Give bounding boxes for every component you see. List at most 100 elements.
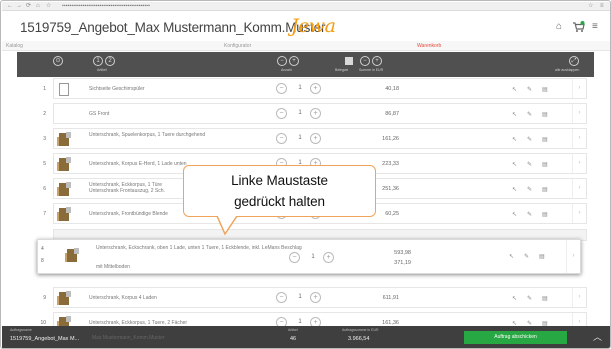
forward-icon[interactable]: → [16,2,22,11]
row-number: 4 [41,246,44,252]
edit-icon[interactable]: ✎ [527,211,532,219]
chevron-up-icon[interactable]: ︿ [593,331,602,343]
step-katalog[interactable]: Katalog [6,42,23,50]
row-expand-icon[interactable]: › [572,154,586,173]
article-circle-1-icon[interactable]: 1 [93,56,103,66]
row-price: 161,26 [382,136,399,142]
menu-icon[interactable]: ≡ [592,21,598,33]
quantity-value[interactable]: 1 [295,108,305,119]
row-number: 7 [43,211,46,217]
plus-icon[interactable]: + [310,133,321,144]
edit-icon[interactable]: ✎ [527,111,532,119]
list-item[interactable]: 2 GS Front − 1 + 86,87 ↖ ✎ ▤ › [43,103,587,124]
edit-icon[interactable]: ✎ [527,186,532,194]
expand-all-icon[interactable]: ⤢ [569,56,579,66]
minus-icon[interactable]: − [276,133,287,144]
doc-type-icon[interactable] [345,57,353,65]
row-number: 5 [43,161,46,167]
plus-icon[interactable]: + [323,252,334,263]
cart-icon[interactable] [572,21,585,37]
list-icon[interactable]: ▤ [542,111,548,119]
quantity-value[interactable]: 1 [295,83,305,94]
address-bar[interactable]: ▪▪▪▪▪▪▪▪▪▪▪▪▪▪▪▪▪▪▪▪▪▪▪▪▪▪▪▪▪▪▪▪▪▪▪▪▪▪▪▪… [62,3,150,10]
list-icon[interactable]: ▤ [542,211,548,219]
comment-icon[interactable]: ↖ [512,111,517,119]
row-price: 611,91 [382,295,399,301]
row-expand-icon[interactable]: › [572,129,586,148]
row-expand-icon[interactable]: › [572,104,586,123]
quantity-value[interactable]: 1 [295,292,305,303]
list-icon[interactable]: ▤ [542,86,548,94]
comment-icon[interactable]: ↖ [512,186,517,194]
submit-order-button[interactable]: Auftrag abschicken [464,331,567,344]
edit-icon[interactable]: ✎ [527,161,532,169]
list-icon[interactable]: ▤ [542,136,548,144]
comment-icon[interactable]: ↖ [512,211,517,219]
comment-icon[interactable]: ↖ [509,253,514,261]
minus-icon[interactable]: − [276,292,287,303]
step-warenkorb[interactable]: Warenkorb [417,42,441,50]
row-price: 40,18 [385,86,399,92]
quantity-stepper[interactable]: − 1 + [276,83,326,95]
reload-icon[interactable]: ⟳ [26,2,31,11]
page-header: 1519759_Angebot_Max Mustermann_Komm.Must… [2,12,610,42]
order-name-value[interactable]: 1519759_Angebot_Max M... [10,335,79,343]
browser-menu-icon[interactable]: ≡ [600,2,604,11]
row-actions: ↖ ✎ ▤ [512,86,572,94]
quantity-stepper[interactable]: − 1 + [289,252,339,264]
comment-icon[interactable]: ↖ [512,136,517,144]
row-expand-icon[interactable]: › [566,240,580,273]
list-icon[interactable]: ▤ [542,186,548,194]
column-label-doctype: Belegart [335,68,349,72]
quantity-value[interactable]: 1 [295,133,305,144]
product-thumbnail [56,181,73,198]
home-icon[interactable]: ⌂ [556,21,562,33]
instruction-callout: Linke Maustaste gedrückt halten [183,165,376,217]
edit-icon[interactable]: ✎ [524,253,529,261]
sum-circle-1-icon[interactable]: − [360,56,370,66]
quantity-stepper[interactable]: − 1 + [276,292,326,304]
star-icon[interactable]: ☆ [588,2,593,11]
edit-icon[interactable]: ✎ [527,295,532,303]
jewa-logo[interactable]: Jewa [291,15,336,37]
qty-minus-header-icon[interactable]: − [277,56,287,66]
comment-icon[interactable]: ↖ [512,161,517,169]
product-thumbnail [56,156,73,173]
minus-icon[interactable]: − [276,108,287,119]
plus-icon[interactable]: + [310,83,321,94]
list-item[interactable]: 1 Sichtseite Geschirrspüler − 1 + 40,18 … [43,78,587,99]
bookmark-icon[interactable]: ☆ [46,2,51,11]
article-circle-2-icon[interactable]: 2 [105,56,115,66]
quantity-stepper[interactable]: − 1 + [276,108,326,120]
order-sum-label: Auftragssumme in EUR [342,328,379,332]
row-expand-icon[interactable]: › [572,204,586,223]
row-expand-icon[interactable]: › [572,79,586,98]
home-browser-icon[interactable]: ⌂ [36,2,40,11]
edit-icon[interactable]: ✎ [527,86,532,94]
quantity-stepper[interactable]: − 1 + [276,133,326,145]
plus-icon[interactable]: + [310,292,321,303]
dragged-list-item[interactable]: 4 8 Unterschrank, Eckschrank, oben 1 Lad… [37,239,581,274]
list-item[interactable]: 9 Unterschrank, Korpus 4 Laden − 1 + 611… [43,287,587,308]
list-icon[interactable]: ▤ [542,295,548,303]
comment-icon[interactable]: ↖ [512,86,517,94]
comment-icon[interactable]: ↖ [512,295,517,303]
edit-icon[interactable]: ✎ [527,136,532,144]
row-description: Sichtseite Geschirrspüler [89,86,145,92]
minus-icon[interactable]: − [289,252,300,263]
quantity-value[interactable]: 1 [308,252,318,263]
app-window: ← → ⟳ ⌂ ☆ ▪▪▪▪▪▪▪▪▪▪▪▪▪▪▪▪▪▪▪▪▪▪▪▪▪▪▪▪▪▪… [0,0,611,349]
row-expand-icon[interactable]: › [572,288,586,307]
back-icon[interactable]: ← [7,2,13,11]
step-konfigurator[interactable]: Konfigurator [224,42,251,50]
order-footer: Auftragsname 1519759_Angebot_Max M... Ma… [2,326,610,348]
list-item[interactable]: 3 Unterschrank, Spuelenkorpus, 1 Tuere d… [43,128,587,149]
list-icon[interactable]: ▤ [542,161,548,169]
minus-icon[interactable]: − [276,83,287,94]
qty-plus-header-icon[interactable]: + [289,56,299,66]
sum-circle-2-icon[interactable]: + [372,56,382,66]
list-icon[interactable]: ▤ [539,253,545,261]
row-expand-icon[interactable]: › [572,179,586,198]
plus-icon[interactable]: + [310,108,321,119]
position-icon[interactable]: ⊙ [53,56,63,66]
